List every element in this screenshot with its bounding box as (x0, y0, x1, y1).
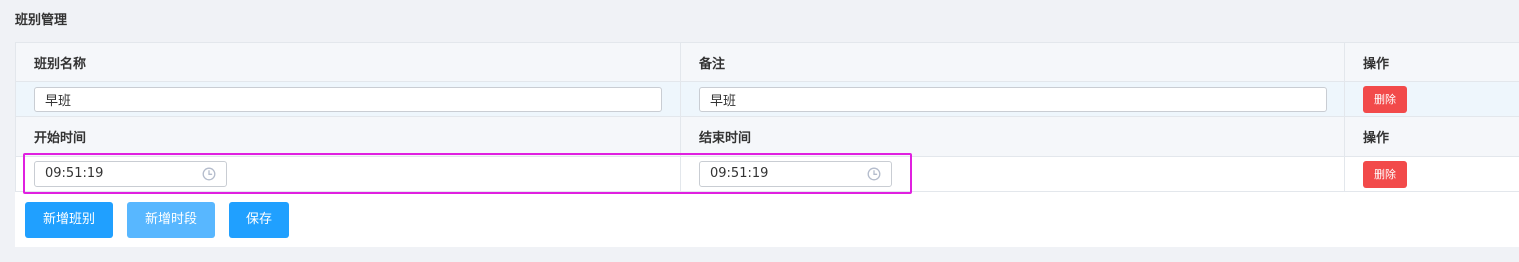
shift-name-cell (15, 81, 681, 117)
header-remark: 备注 (680, 42, 1345, 82)
header-period-action: 操作 (1344, 116, 1519, 157)
page-title: 班别管理 (15, 13, 68, 28)
header-start-time: 开始时间 (15, 116, 681, 157)
header-action: 操作 (1344, 42, 1519, 82)
shift-panel: 班别名称 备注 操作 删除 开始时间 结束时间 操作 (15, 42, 1519, 247)
end-time-input[interactable]: 09:51:19 (699, 161, 892, 187)
period-row: 09:51:19 09:51:19 删除 (15, 156, 1519, 192)
shift-header-row: 班别名称 备注 操作 (15, 42, 1519, 82)
delete-period-button[interactable]: 删除 (1363, 160, 1407, 188)
add-shift-button[interactable]: 新增班别 (25, 202, 113, 238)
remark-cell (680, 81, 1345, 117)
start-time-cell: 09:51:19 (15, 156, 681, 192)
header-shift-name: 班别名称 (15, 42, 681, 82)
shift-name-input[interactable] (34, 86, 662, 112)
shift-action-cell: 删除 (1344, 81, 1519, 117)
period-header-row: 开始时间 结束时间 操作 (15, 116, 1519, 157)
end-time-value: 09:51:19 (710, 166, 769, 181)
start-time-value: 09:51:19 (45, 166, 104, 181)
start-time-input[interactable]: 09:51:19 (34, 161, 227, 187)
end-time-cell: 09:51:19 (680, 156, 1345, 192)
delete-shift-button[interactable]: 删除 (1363, 85, 1407, 113)
period-action-cell: 删除 (1344, 156, 1519, 192)
clock-icon (867, 167, 881, 181)
page: 班别管理 班别名称 备注 操作 删除 (0, 0, 1519, 262)
remark-input[interactable] (699, 86, 1327, 112)
shift-row: 删除 (15, 81, 1519, 117)
shift-table: 班别名称 备注 操作 删除 开始时间 结束时间 操作 (15, 42, 1519, 192)
add-period-button[interactable]: 新增时段 (127, 202, 215, 238)
header-end-time: 结束时间 (680, 116, 1345, 157)
save-button[interactable]: 保存 (229, 202, 289, 238)
clock-icon (202, 167, 216, 181)
